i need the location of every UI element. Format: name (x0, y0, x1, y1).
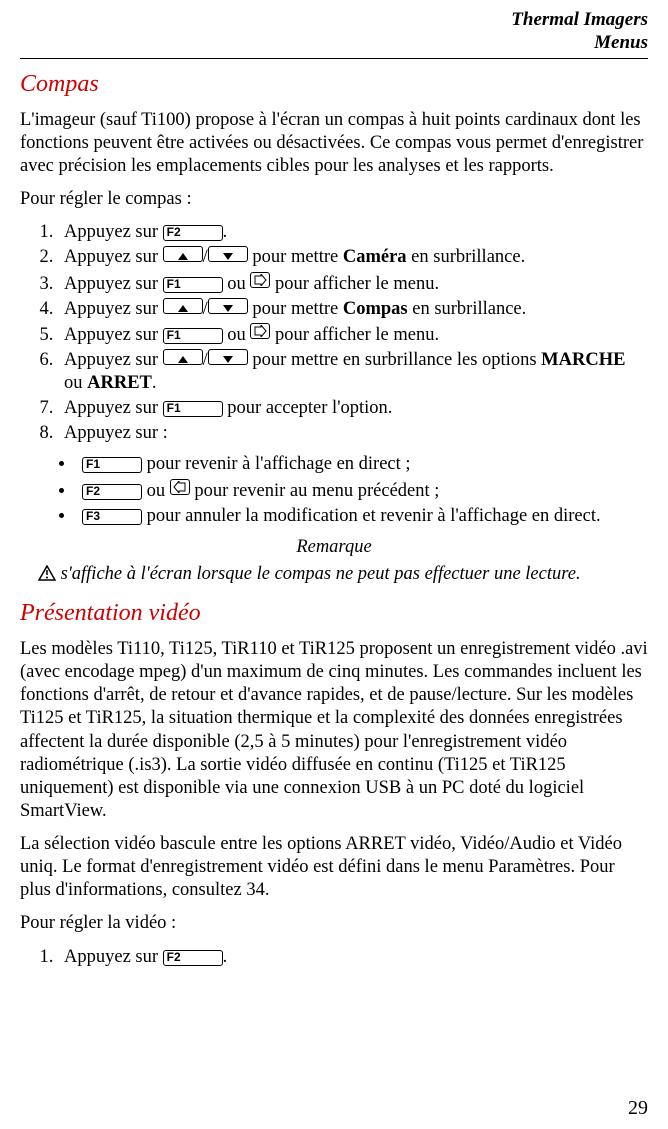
warning-icon (38, 565, 56, 588)
text: ou (223, 325, 251, 345)
arrow-right-icon (253, 325, 267, 337)
text: . (223, 222, 228, 242)
key-f2: F2 (163, 950, 223, 966)
arrow-down-icon (223, 305, 233, 312)
key-left (170, 479, 190, 495)
compas-steps: Appuyez sur F2. Appuyez sur / pour mettr… (20, 221, 648, 445)
arrow-up-icon (178, 305, 188, 312)
list-item: F3 pour annuler la modification et reven… (76, 505, 648, 528)
header-subtitle: Menus (20, 33, 648, 54)
list-item: Appuyez sur F1 ou pour afficher le menu. (58, 323, 648, 347)
arrow-up-icon (178, 356, 188, 363)
text: pour afficher le menu. (270, 325, 439, 345)
key-f1: F1 (82, 457, 142, 473)
text: ou (64, 373, 87, 393)
text: . (223, 947, 228, 967)
section-heading-compas: Compas (20, 69, 648, 99)
text: en surbrillance. (407, 247, 526, 267)
text: . (152, 373, 157, 393)
text: pour afficher le menu. (270, 274, 439, 294)
text: pour accepter l'option. (223, 398, 393, 418)
key-up (163, 349, 203, 365)
header-title: Thermal Imagers (20, 10, 648, 31)
arrow-up-icon (178, 253, 188, 260)
key-f1: F1 (163, 401, 223, 417)
text: pour annuler la modification et revenir … (142, 506, 601, 526)
compas-sub-bullets: F1 pour revenir à l'affichage en direct … (20, 453, 648, 527)
compas-prompt: Pour régler le compas : (20, 188, 648, 211)
text: pour mettre (248, 299, 343, 319)
text: Appuyez sur (64, 325, 163, 345)
bold-text: Compas (343, 299, 408, 319)
text: Appuyez sur (64, 350, 163, 370)
video-para1: Les modèles Ti110, Ti125, TiR110 et TiR1… (20, 638, 648, 823)
remarque-label: Remarque (20, 536, 648, 559)
compas-intro: L'imageur (sauf Ti100) propose à l'écran… (20, 109, 648, 178)
bold-text: MARCHE (541, 350, 625, 370)
video-prompt: Pour régler la vidéo : (20, 912, 648, 935)
key-f2: F2 (82, 484, 142, 500)
text: pour revenir au menu précédent ; (190, 481, 440, 501)
video-steps: Appuyez sur F2. (20, 946, 648, 969)
arrow-down-icon (223, 356, 233, 363)
text: Appuyez sur (64, 947, 163, 967)
arrow-right-icon (253, 274, 267, 286)
key-down (208, 349, 248, 365)
key-up (163, 246, 203, 262)
key-up (163, 298, 203, 314)
arrow-down-icon (223, 253, 233, 260)
list-item: F1 pour revenir à l'affichage en direct … (76, 453, 648, 476)
key-down (208, 298, 248, 314)
list-item: Appuyez sur F2. (58, 221, 648, 244)
list-item: Appuyez sur / pour mettre Compas en surb… (58, 298, 648, 321)
list-item: Appuyez sur F1 ou pour afficher le menu. (58, 272, 648, 296)
text: pour revenir à l'affichage en direct ; (142, 454, 411, 474)
text: Appuyez sur (64, 247, 163, 267)
text: ou (223, 274, 251, 294)
list-item: Appuyez sur F1 pour accepter l'option. (58, 397, 648, 420)
text: Appuyez sur (64, 274, 163, 294)
bold-text: Caméra (343, 247, 407, 267)
list-item: Appuyez sur / pour mettre Caméra en surb… (58, 246, 648, 269)
text: s'affiche à l'écran lorsque le compas ne… (56, 564, 581, 584)
key-f1: F1 (163, 277, 223, 293)
key-f1: F1 (163, 328, 223, 344)
text: Appuyez sur (64, 299, 163, 319)
arrow-left-icon (173, 481, 187, 493)
text: pour mettre (248, 247, 343, 267)
key-f3: F3 (82, 509, 142, 525)
key-right (250, 272, 270, 288)
key-down (208, 246, 248, 262)
key-f2: F2 (163, 225, 223, 241)
list-item: F2 ou pour revenir au menu précédent ; (76, 479, 648, 503)
video-para2: La sélection vidéo bascule entre les opt… (20, 833, 648, 902)
remarque-text: s'affiche à l'écran lorsque le compas ne… (38, 563, 630, 588)
list-item: Appuyez sur : (58, 422, 648, 445)
header-rule (20, 58, 648, 59)
section-heading-video: Présentation vidéo (20, 598, 648, 628)
text: ou (142, 481, 170, 501)
key-right (250, 323, 270, 339)
text: en surbrillance. (408, 299, 527, 319)
text: pour mettre en surbrillance les options (248, 350, 541, 370)
text: Appuyez sur (64, 222, 163, 242)
text: Appuyez sur (64, 398, 163, 418)
bold-text: ARRET (87, 373, 152, 393)
list-item: Appuyez sur F2. (58, 946, 648, 969)
list-item: Appuyez sur / pour mettre en surbrillanc… (58, 349, 648, 395)
text: Appuyez sur : (64, 423, 168, 443)
page-number: 29 (628, 1096, 648, 1121)
